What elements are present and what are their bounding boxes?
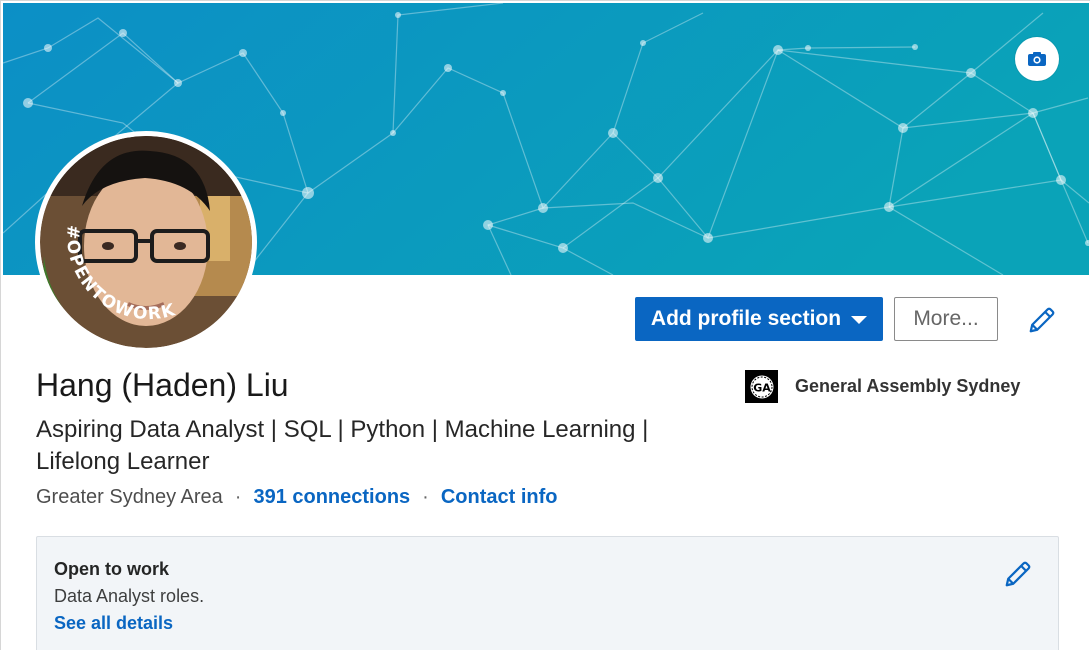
profile-meta: Greater Sydney Area · 391 connections · … xyxy=(36,486,558,509)
camera-icon xyxy=(1028,52,1046,66)
school-logo: GA xyxy=(745,370,778,403)
avatar: #OPENTOWORK xyxy=(40,136,252,348)
see-all-details-link[interactable]: See all details xyxy=(54,613,173,634)
pencil-icon xyxy=(1029,307,1055,333)
edit-intro-button[interactable] xyxy=(1027,305,1057,335)
add-profile-section-button[interactable]: Add profile section xyxy=(635,297,883,341)
edit-open-to-work-button[interactable] xyxy=(1003,559,1033,589)
more-actions-button[interactable]: More... xyxy=(894,297,998,341)
general-assembly-logo-icon: GA xyxy=(750,375,773,398)
profile-headline: Aspiring Data Analyst | SQL | Python | M… xyxy=(36,416,649,475)
add-profile-section-label: Add profile section xyxy=(650,307,842,330)
profile-card: #OPENTOWORK Add profile section More... … xyxy=(0,0,1090,650)
separator: · xyxy=(422,486,429,508)
pencil-icon xyxy=(1005,561,1031,587)
open-to-work-title: Open to work xyxy=(54,559,170,579)
location-text: Greater Sydney Area xyxy=(36,486,223,508)
profile-photo[interactable]: #OPENTOWORK xyxy=(35,131,257,353)
open-to-work-description: Data Analyst roles. xyxy=(54,586,205,606)
svg-text:GA: GA xyxy=(753,381,771,394)
open-to-work-card: Open to work Data Analyst roles. See all… xyxy=(36,536,1059,650)
profile-name: Hang (Haden) Liu xyxy=(36,367,289,403)
separator: · xyxy=(234,486,242,508)
school-name: General Assembly Sydney xyxy=(795,376,1021,396)
edit-background-photo-button[interactable] xyxy=(1015,37,1059,81)
contact-info-link[interactable]: Contact info xyxy=(441,486,558,509)
more-actions-label: More... xyxy=(913,307,979,330)
connections-link[interactable]: 391 connections xyxy=(253,486,410,509)
profile-actions: Add profile section More... xyxy=(635,297,998,341)
caret-down-icon xyxy=(851,316,868,324)
education-entry[interactable]: GA General Assembly Sydney xyxy=(745,370,1020,403)
